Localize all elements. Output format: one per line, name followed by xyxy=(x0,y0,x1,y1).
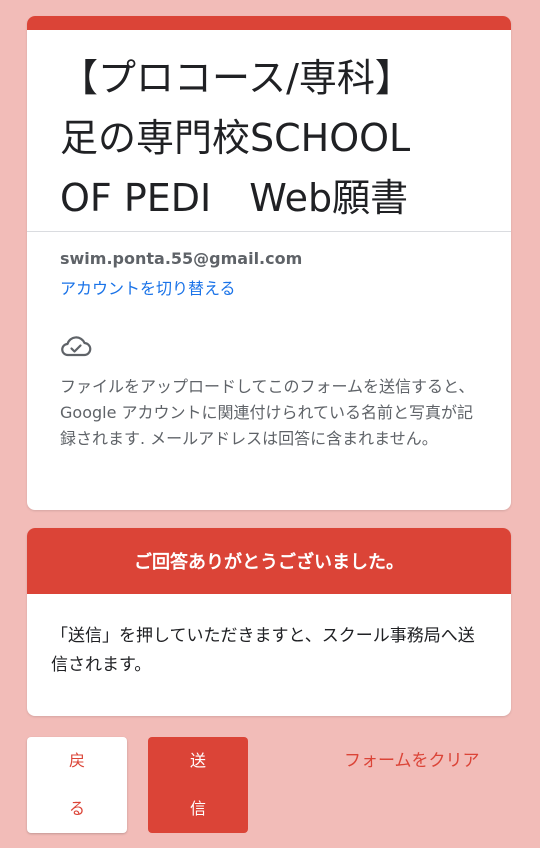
switch-account-link[interactable]: アカウントを切り替える xyxy=(60,275,236,299)
clear-form-button[interactable]: フォームをクリア xyxy=(344,746,480,771)
submit-button-label: 送 xyxy=(189,751,206,770)
divider xyxy=(27,231,511,232)
upload-notice: ファイルをアップロードしてこのフォームを送信すると、Google アカウントに関… xyxy=(60,377,475,448)
form-header-card: 【プロコース/専科】 足の専門校SCHOOL OF PEDI Web願書 swi… xyxy=(27,16,511,510)
cloud-check-icon xyxy=(61,336,92,357)
accent-bar xyxy=(27,16,511,30)
back-button-label: 戻 xyxy=(68,751,85,770)
account-email: swim.ponta.55@gmail.com xyxy=(60,249,303,268)
submit-button-label: 信 xyxy=(189,799,206,818)
thanks-banner: ご回答ありがとうございました。 xyxy=(27,528,511,594)
form-title-line: 足の専門校SCHOOL xyxy=(60,116,411,160)
form-title-line: OF PEDI Web願書 xyxy=(60,176,409,220)
form-title-line: 【プロコース/専科】 xyxy=(60,56,413,100)
thanks-description: 「送信」を押していただきますと、スクール事務局へ送信されます。 xyxy=(51,626,475,675)
thanks-card: ご回答ありがとうございました。 「送信」を押していただきますと、スクール事務局へ… xyxy=(27,528,511,716)
back-button[interactable]: 戻 る xyxy=(27,737,127,833)
form-title: 【プロコース/専科】 足の専門校SCHOOL OF PEDI Web願書 xyxy=(60,48,487,228)
submit-button[interactable]: 送 信 xyxy=(148,737,248,833)
back-button-label: る xyxy=(68,799,85,818)
